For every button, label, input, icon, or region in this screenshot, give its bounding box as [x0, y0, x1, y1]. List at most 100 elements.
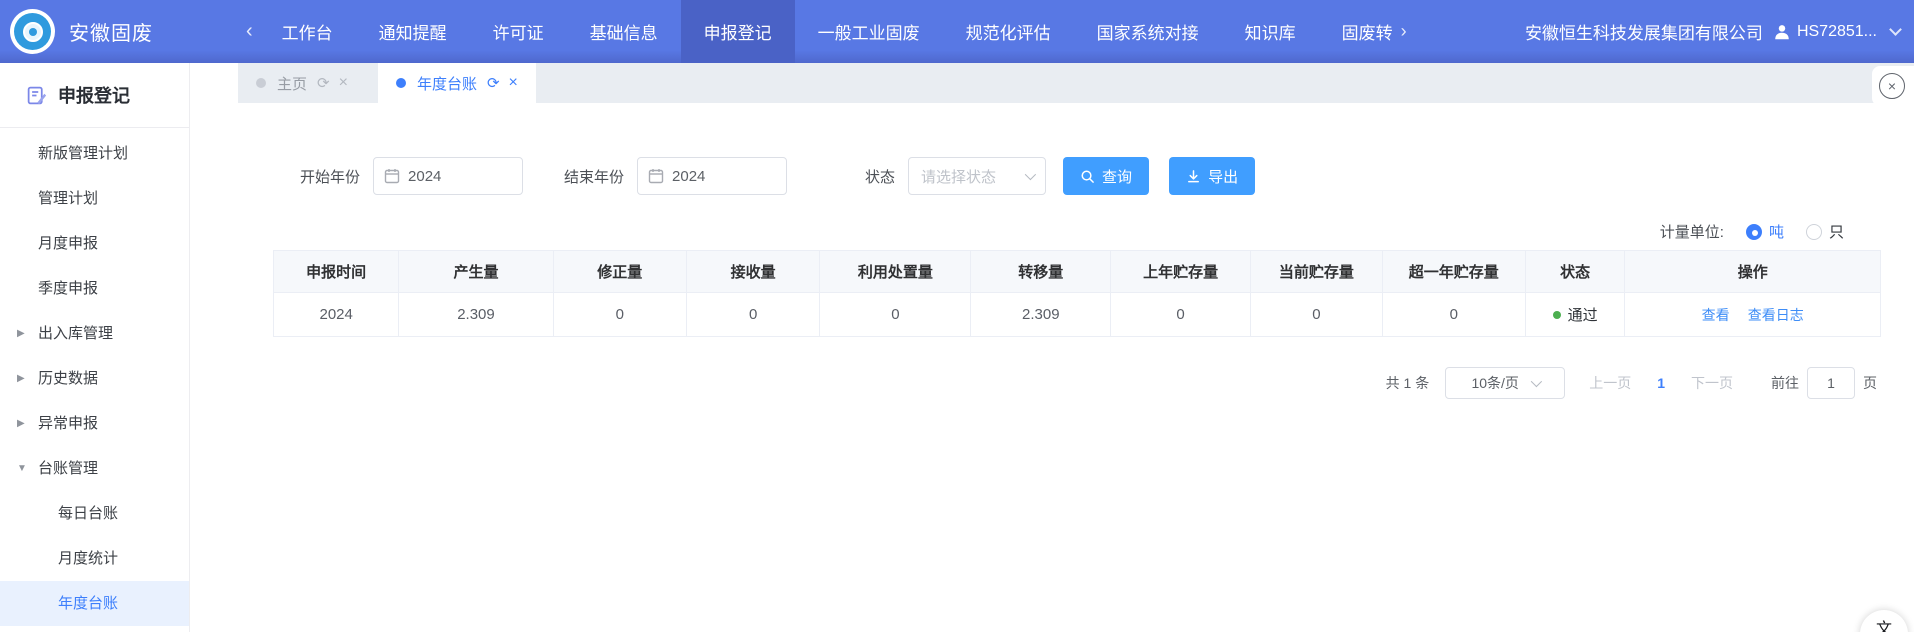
table-header-row: 申报时间 产生量 修正量 接收量 利用处置量 转移量 上年贮存量 当前贮存量 超…	[274, 251, 1881, 293]
start-year-label: 开始年份	[300, 166, 360, 187]
company-name: 安徽恒生科技发展集团有限公司	[1525, 19, 1763, 44]
sidebar-item-label: 台账管理	[38, 460, 98, 477]
nav-item-national-system[interactable]: 国家系统对接	[1074, 0, 1222, 63]
end-year-field[interactable]	[637, 157, 787, 195]
chevron-down-icon	[1025, 169, 1036, 180]
app-title: 安徽固废	[69, 17, 153, 46]
pagination: 共 1 条 10条/页 上一页 1 下一页 前往 页	[190, 367, 1877, 399]
sidebar-item-daily-ledger[interactable]: 每日台账	[0, 491, 189, 536]
sidebar-item-ledger-mgmt[interactable]: ▼ 台账管理	[0, 446, 189, 491]
search-button[interactable]: 查询	[1063, 157, 1149, 195]
cell-utilized: 0	[820, 293, 971, 337]
nav-item-notifications[interactable]: 通知提醒	[356, 0, 470, 63]
next-page-button[interactable]: 下一页	[1691, 373, 1733, 393]
nav-item-declaration[interactable]: 申报登记	[681, 0, 795, 63]
nav-item-standard-evaluation[interactable]: 规范化评估	[943, 0, 1074, 63]
user-id: HS72851...	[1797, 23, 1877, 41]
tab-bar: 主页 ⟳ × 年度台账 ⟳ × ×	[190, 63, 1914, 103]
search-icon	[1080, 169, 1095, 184]
start-year-field[interactable]	[373, 157, 523, 195]
col-utilized: 利用处置量	[820, 251, 971, 293]
cell-status: 通过	[1525, 293, 1625, 337]
view-link[interactable]: 查看	[1702, 307, 1730, 323]
tab-dot-icon	[256, 78, 266, 88]
nav-item-knowledge-base[interactable]: 知识库	[1222, 0, 1319, 63]
nav-item-license[interactable]: 许可证	[470, 0, 567, 63]
calendar-icon	[384, 168, 400, 184]
refresh-icon[interactable]: ⟳	[317, 74, 330, 92]
sidebar-item-inout-mgmt[interactable]: ▶出入库管理	[0, 311, 189, 356]
nav-overflow-icon[interactable]: ›	[1401, 21, 1407, 42]
sidebar-item-label: 异常申报	[38, 415, 98, 432]
close-all-tabs-button[interactable]: ×	[1872, 66, 1914, 106]
tab-home[interactable]: 主页 ⟳ ×	[238, 63, 366, 103]
cell-over-year-storage: 0	[1382, 293, 1525, 337]
page-size-value: 10条/页	[1471, 373, 1518, 393]
sidebar-header: 申报登记	[0, 63, 189, 128]
radio-ton[interactable]	[1746, 224, 1762, 240]
tab-annual-ledger[interactable]: 年度台账 ⟳ ×	[378, 63, 536, 103]
col-prev-storage: 上年贮存量	[1111, 251, 1251, 293]
brand-area: 安徽固废	[0, 9, 190, 54]
sidebar-item-abnormal-declare[interactable]: ▶异常申报	[0, 401, 189, 446]
arrow-right-icon: ▶	[17, 311, 25, 356]
cell-declare-time: 2024	[274, 293, 399, 337]
col-status: 状态	[1525, 251, 1625, 293]
end-year-label: 结束年份	[564, 166, 624, 187]
col-declare-time: 申报时间	[274, 251, 399, 293]
sidebar-item-annual-ledger[interactable]: 年度台账	[0, 581, 189, 626]
col-generated: 产生量	[399, 251, 553, 293]
start-year-input[interactable]	[408, 168, 498, 185]
col-corrected: 修正量	[553, 251, 686, 293]
sidebar-item-monthly-declare[interactable]: 月度申报	[0, 221, 189, 266]
download-icon	[1186, 169, 1201, 184]
col-over-year-storage: 超一年贮存量	[1382, 251, 1525, 293]
unit-row: 计量单位: 吨 只	[190, 221, 1844, 242]
main-nav: 工作台 通知提醒 许可证 基础信息 申报登记 一般工业固废 规范化评估 国家系统…	[259, 0, 1399, 63]
page-number-1[interactable]: 1	[1657, 375, 1665, 391]
search-button-label: 查询	[1102, 166, 1132, 187]
table-row: 2024 2.309 0 0 0 2.309 0 0 0	[274, 293, 1881, 337]
goto-suffix: 页	[1863, 373, 1877, 393]
refresh-icon[interactable]: ⟳	[487, 74, 500, 92]
col-received: 接收量	[686, 251, 819, 293]
navbar-right: 安徽恒生科技发展集团有限公司 HS72851...	[1415, 19, 1906, 44]
unit-label: 计量单位:	[1660, 221, 1724, 242]
page-content: 开始年份 结束年份 状态 请选择状态	[190, 103, 1914, 632]
prev-page-button[interactable]: 上一页	[1589, 373, 1631, 393]
view-log-link[interactable]: 查看日志	[1748, 307, 1804, 323]
logo-emblem	[14, 13, 51, 50]
translate-icon: 文	[1876, 615, 1892, 632]
annual-ledger-table: 申报时间 产生量 修正量 接收量 利用处置量 转移量 上年贮存量 当前贮存量 超…	[273, 250, 1881, 337]
chevron-down-icon[interactable]	[1889, 23, 1902, 36]
translate-float-button[interactable]: 文	[1860, 610, 1908, 632]
collapse-sidebar-icon[interactable]: ‹	[240, 20, 259, 43]
nav-item-waste-transfer[interactable]: 固废转	[1319, 0, 1399, 63]
total-count: 共 1 条	[1386, 373, 1430, 393]
sidebar-item-mgmt-plan[interactable]: 管理计划	[0, 176, 189, 221]
goto-page-input[interactable]	[1807, 367, 1855, 399]
sidebar-item-monthly-stats[interactable]: 月度统计	[0, 536, 189, 581]
close-icon[interactable]: ×	[509, 74, 518, 92]
radio-piece-label[interactable]: 只	[1829, 221, 1844, 242]
sidebar-item-history-data[interactable]: ▶历史数据	[0, 356, 189, 401]
sidebar-item-quarterly-declare[interactable]: 季度申报	[0, 266, 189, 311]
arrow-right-icon: ▶	[17, 356, 25, 401]
export-button[interactable]: 导出	[1169, 157, 1255, 195]
radio-piece[interactable]	[1806, 224, 1822, 240]
sidebar-item-new-mgmt-plan[interactable]: 新版管理计划	[0, 131, 189, 176]
tabbar-left-gap	[190, 63, 238, 103]
page-size-select[interactable]: 10条/页	[1445, 367, 1565, 399]
status-dot-icon	[1553, 311, 1561, 319]
nav-item-basic-info[interactable]: 基础信息	[567, 0, 681, 63]
status-label: 状态	[865, 166, 895, 187]
end-year-input[interactable]	[672, 168, 762, 185]
radio-ton-label[interactable]: 吨	[1769, 221, 1784, 242]
status-select[interactable]: 请选择状态	[908, 157, 1046, 195]
nav-item-general-solid-waste[interactable]: 一般工业固废	[795, 0, 943, 63]
arrow-down-icon: ▼	[17, 446, 27, 491]
cell-actions: 查看 查看日志	[1625, 293, 1881, 337]
filter-row: 开始年份 结束年份 状态 请选择状态	[300, 157, 1914, 195]
close-icon[interactable]: ×	[339, 74, 348, 92]
nav-item-workbench[interactable]: 工作台	[259, 0, 356, 63]
